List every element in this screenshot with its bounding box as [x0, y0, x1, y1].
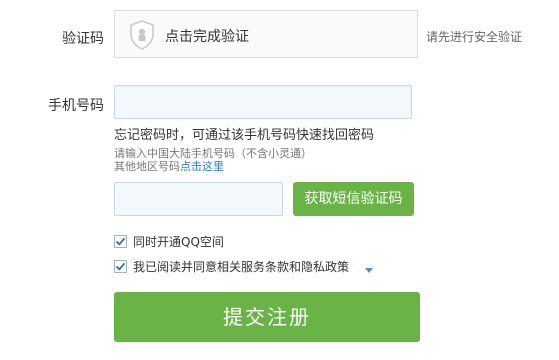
check-icon: [115, 237, 126, 246]
agreement-label: 我已阅读并同意相关服务条款和隐私政策: [133, 259, 350, 274]
check-icon: [115, 262, 126, 271]
phone-note-other: 其他地区号码点击这里: [114, 158, 224, 174]
phone-note-main: 忘记密码时，可通过该手机号码快速找回密码: [114, 128, 375, 143]
qzone-checkbox[interactable]: [114, 234, 127, 248]
phone-note-other-prefix: 其他地区号码: [114, 160, 180, 173]
submit-register-button[interactable]: 提交注册: [114, 292, 420, 342]
qzone-label: 同时开通QQ空间: [133, 234, 224, 249]
phone-label: 手机号码: [48, 98, 104, 114]
triangle-down-icon[interactable]: [365, 263, 374, 273]
shield-icon: [129, 20, 155, 50]
captcha-verify-box[interactable]: 点击完成验证: [114, 10, 418, 58]
captcha-box-text: 点击完成验证: [165, 29, 249, 45]
captcha-hint: 请先进行安全验证: [426, 30, 523, 44]
agreement-option: 我已阅读并同意相关服务条款和隐私政策: [114, 258, 374, 274]
sms-code-input[interactable]: [114, 182, 283, 216]
agreement-checkbox[interactable]: [114, 259, 127, 273]
other-region-link[interactable]: 点击这里: [180, 160, 224, 173]
phone-input[interactable]: [114, 85, 412, 119]
captcha-label: 验证码: [62, 31, 104, 47]
get-sms-code-button[interactable]: 获取短信验证码: [293, 182, 414, 216]
qzone-option: 同时开通QQ空间: [114, 233, 224, 249]
